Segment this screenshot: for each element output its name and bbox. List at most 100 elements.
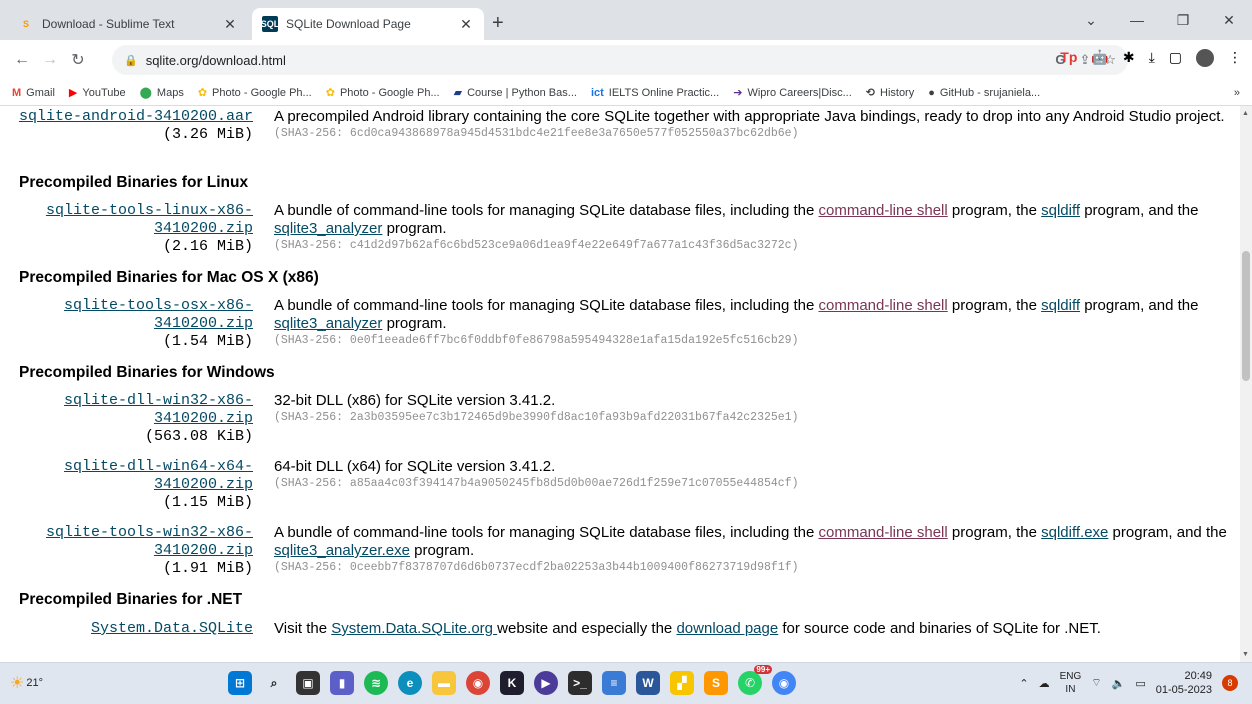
close-tab-icon[interactable]: ✕ — [222, 16, 238, 33]
profile-avatar[interactable] — [1196, 49, 1214, 67]
bookmark-github[interactable]: ● GitHub - srujaniela... — [928, 87, 1040, 99]
file-cell: sqlite-dll-win32-x86- 3410200.zip (563.0… — [64, 392, 253, 446]
download-link[interactable]: System.Data.SQLite — [91, 620, 253, 637]
bookmark-gmail[interactable]: M Gmail — [12, 87, 55, 99]
download-link[interactable]: sqlite-android-3410200.aar — [19, 108, 253, 125]
tab-sqlite[interactable]: SQL SQLite Download Page ✕ — [252, 8, 484, 40]
wipro-icon: ➔ — [733, 87, 743, 99]
chrome-icon[interactable]: ◉ — [466, 671, 490, 695]
description-cell: 32-bit DLL (x86) for SQLite version 3.41… — [274, 392, 1229, 426]
desc-text: A bundle of command-line tools for manag… — [274, 297, 819, 314]
file-size: (563.08 KiB) — [144, 428, 253, 445]
close-tab-icon[interactable]: ✕ — [458, 16, 474, 33]
back-button[interactable]: ← — [8, 51, 36, 69]
minimize-button[interactable]: — — [1114, 12, 1160, 28]
system-data-sqlite-link[interactable]: System.Data.SQLite.org — [331, 620, 497, 637]
volume-icon[interactable]: 🔈 — [1112, 677, 1126, 690]
notepad-icon[interactable]: ≡ — [602, 671, 626, 695]
kotlin-app-icon[interactable]: K — [500, 671, 524, 695]
sublime-icon: S — [22, 19, 29, 29]
scroll-down-icon[interactable]: ▼ — [1242, 651, 1249, 658]
bookmark-course[interactable]: ▰ Course | Python Bas... — [454, 86, 577, 100]
notification-badge[interactable]: 8 — [1222, 675, 1238, 691]
bookmark-youtube[interactable]: ▶ YouTube — [69, 86, 126, 100]
spotify-icon[interactable]: ≋ — [364, 671, 388, 695]
chrome-active-icon[interactable]: ◉ — [772, 671, 796, 695]
download-link[interactable]: 3410200.zip — [154, 542, 253, 559]
bookmark-label: Maps — [156, 86, 184, 99]
download-link[interactable]: 3410200.zip — [154, 315, 253, 332]
ielts-icon: ict — [590, 86, 604, 99]
github-icon: ● — [928, 86, 935, 99]
command-line-shell-link[interactable]: command-line shell — [819, 524, 948, 541]
bookmark-photos-2[interactable]: ✿ Photo - Google Ph... — [326, 86, 440, 100]
chevron-up-icon[interactable]: ⌃ — [1019, 677, 1028, 690]
sha-hash: (SHA3-256: 2a3b03595ee7c3b172465d9be3990… — [274, 411, 799, 424]
bookmark-history[interactable]: ⟲ History — [866, 86, 914, 100]
side-panel-icon[interactable]: ▢ — [1169, 49, 1182, 67]
lock-icon[interactable]: 🔒 — [124, 54, 138, 67]
vertical-scrollbar[interactable]: ▲ ▼ — [1240, 106, 1252, 662]
command-line-shell-link[interactable]: command-line shell — [819, 202, 948, 219]
sublime-taskbar-icon[interactable]: S — [704, 671, 728, 695]
file-explorer-icon[interactable]: ▬ — [432, 671, 456, 695]
sqlite-icon: SQL — [261, 16, 279, 32]
menu-icon[interactable]: ⋮ — [1228, 49, 1242, 67]
terminal-icon[interactable]: >_ — [568, 671, 592, 695]
start-icon[interactable]: ⊞ — [228, 671, 252, 695]
download-link[interactable]: sqlite-tools-linux-x86- — [46, 202, 253, 219]
close-window-button[interactable]: ✕ — [1206, 12, 1252, 29]
restore-button[interactable]: ❐ — [1160, 12, 1206, 29]
bookmark-maps[interactable]: ⬤ Maps — [140, 86, 184, 100]
download-link[interactable]: sqlite-dll-win64-x64- — [64, 458, 253, 475]
search-icon[interactable]: ⌕ — [262, 671, 286, 695]
file-size: (1.54 MiB) — [162, 333, 253, 350]
download-link[interactable]: 3410200.zip — [154, 476, 253, 493]
sqlite3-analyzer-link[interactable]: sqlite3_analyzer — [274, 220, 382, 237]
download-link[interactable]: sqlite-dll-win32-x86- — [64, 392, 253, 409]
bookmark-label: Wipro Careers|Disc... — [747, 86, 852, 99]
battery-icon[interactable]: ▭ — [1135, 677, 1145, 690]
media-player-icon[interactable]: ▶ — [534, 671, 558, 695]
sqldiff-link[interactable]: sqldiff — [1041, 297, 1080, 314]
word-icon[interactable]: W — [636, 671, 660, 695]
download-link[interactable]: 3410200.zip — [154, 220, 253, 237]
download-link[interactable]: sqlite-tools-osx-x86- — [64, 297, 253, 314]
bookmark-photos-1[interactable]: ✿ Photo - Google Ph... — [198, 86, 312, 100]
download-link[interactable]: sqlite-tools-win32-x86- — [46, 524, 253, 541]
tab-sublime[interactable]: S Download - Sublime Text ✕ — [8, 8, 248, 40]
weather-widget[interactable]: ☀ 21° — [10, 673, 43, 693]
command-line-shell-link[interactable]: command-line shell — [819, 297, 948, 314]
download-page-link[interactable]: download page — [676, 620, 778, 637]
extensions-puzzle-icon[interactable]: ✱ — [1123, 49, 1135, 67]
task-view-icon[interactable]: ▣ — [296, 671, 320, 695]
sqlite3-analyzer-exe-link[interactable]: sqlite3_analyzer.exe — [274, 542, 410, 559]
edge-icon[interactable]: e — [398, 671, 422, 695]
language-indicator[interactable]: ENG IN — [1060, 670, 1082, 696]
more-bookmarks-icon[interactable]: » — [1234, 87, 1240, 99]
tab-search-icon[interactable]: ⌄ — [1068, 12, 1114, 29]
url-text[interactable]: sqlite.org/download.html — [146, 53, 286, 68]
sqlite3-analyzer-link[interactable]: sqlite3_analyzer — [274, 315, 382, 332]
sqldiff-exe-link[interactable]: sqldiff.exe — [1041, 524, 1108, 541]
bookmark-wipro[interactable]: ➔ Wipro Careers|Disc... — [733, 86, 852, 100]
scroll-thumb[interactable] — [1242, 251, 1250, 381]
forward-button[interactable]: → — [36, 51, 64, 69]
file-size: (1.91 MiB) — [162, 560, 253, 577]
wifi-icon[interactable]: ⌔ — [1091, 676, 1101, 690]
address-bar[interactable]: 🔒 sqlite.org/download.html G ⇪ ☆ — [112, 45, 1128, 75]
scroll-up-icon[interactable]: ▲ — [1242, 110, 1249, 117]
download-link[interactable]: 3410200.zip — [154, 410, 253, 427]
bookmark-ielts[interactable]: ict IELTS Online Practic... — [591, 87, 719, 99]
reload-button[interactable]: ↻ — [64, 50, 92, 70]
sticky-notes-icon[interactable]: ▞ — [670, 671, 694, 695]
clock[interactable]: 20:49 01-05-2023 — [1156, 669, 1212, 697]
sqldiff-link[interactable]: sqldiff — [1041, 202, 1080, 219]
new-tab-button[interactable]: + — [492, 12, 504, 35]
extension-robot-icon[interactable]: 🤖 — [1091, 49, 1108, 67]
onedrive-icon[interactable]: ☁ — [1039, 677, 1050, 690]
whatsapp-icon[interactable]: ✆ 99+ — [738, 665, 772, 695]
download-icon[interactable]: ⤓ — [1149, 49, 1155, 67]
extension-tp-icon[interactable]: Tp — [1060, 49, 1077, 67]
teams-chat-icon[interactable]: ▮ — [330, 671, 354, 695]
